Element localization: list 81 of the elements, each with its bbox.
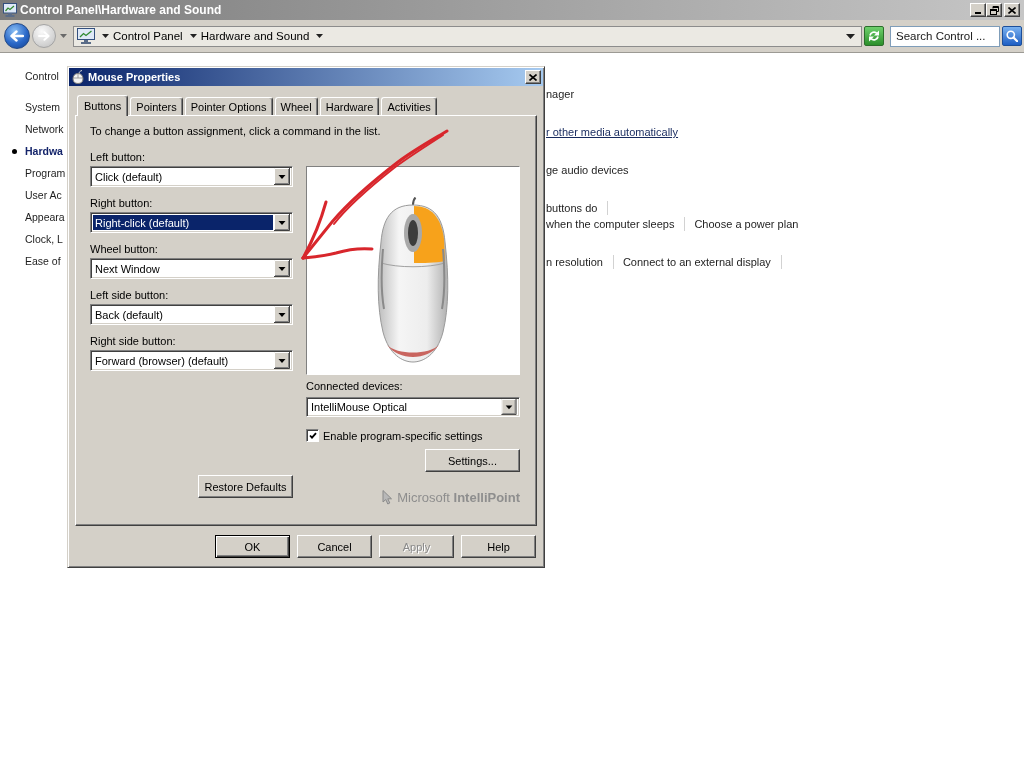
breadcrumb-link[interactable]: Hardware and Sound — [200, 30, 310, 42]
dropdown[interactable]: Back (default) — [90, 304, 293, 325]
breadcrumb-link[interactable]: Control Panel — [113, 30, 183, 42]
field-label: Right button: — [90, 197, 154, 210]
minimize-icon — [975, 12, 981, 14]
dropdown-arrow-icon[interactable] — [274, 352, 290, 369]
sidebar-link[interactable]: System — [25, 101, 60, 113]
dropdown[interactable]: Next Window — [90, 258, 293, 279]
task-link[interactable]: n resolution — [546, 256, 603, 268]
sidebar-link[interactable]: Program — [25, 167, 66, 179]
search-field[interactable]: Search Control ... — [890, 25, 1000, 47]
task-link[interactable]: Connect to an external display — [622, 256, 771, 268]
window-title: Control Panel\Hardware and Sound — [20, 3, 222, 17]
checkbox[interactable] — [306, 429, 319, 442]
sidebar-link[interactable]: Control — [25, 70, 59, 82]
caret-icon[interactable] — [102, 34, 109, 38]
address-field[interactable]: Control Panel Hardware and Sound — [73, 25, 862, 47]
caret-icon[interactable] — [316, 34, 324, 38]
refresh-icon — [868, 30, 880, 42]
dropdown[interactable]: Forward (browser) (default) — [90, 350, 293, 371]
dialog-button[interactable]: Cancel — [297, 535, 372, 558]
task-link[interactable]: buttons do — [546, 202, 598, 214]
dialog-button[interactable]: OK — [215, 535, 290, 558]
dropdown-arrow-icon[interactable] — [274, 168, 290, 185]
checkbox-label[interactable]: Enable program-specific settings — [323, 429, 483, 442]
bullet-icon — [12, 148, 17, 154]
task-link[interactable]: Choose a power plan — [694, 218, 799, 230]
caret-icon[interactable] — [189, 34, 197, 38]
arrow-left-icon — [10, 30, 24, 42]
close-button[interactable] — [525, 70, 541, 84]
field-label: Right side button: — [90, 335, 177, 348]
dropdown-arrow-icon[interactable] — [501, 399, 517, 415]
search-button[interactable] — [1002, 26, 1022, 46]
restore-button[interactable] — [986, 3, 1002, 17]
close-icon — [1008, 6, 1016, 14]
dropdown-arrow-icon[interactable] — [274, 260, 290, 277]
arrow-right-icon — [38, 31, 50, 41]
settings-button[interactable]: Settings... — [425, 449, 520, 472]
tab[interactable]: Wheel — [274, 97, 318, 115]
dialog-button[interactable]: Help — [461, 535, 536, 558]
dropdown[interactable]: Click (default) — [90, 166, 293, 187]
restore-defaults-button[interactable]: Restore Defaults — [198, 475, 293, 498]
monitor-icon — [77, 28, 95, 44]
dialog-title: Mouse Properties — [88, 71, 181, 83]
sidebar-link[interactable]: Clock, L — [25, 233, 63, 245]
dropdown-arrow-icon[interactable] — [274, 214, 290, 231]
field-label: Connected devices: — [306, 380, 404, 393]
sidebar-link[interactable]: Hardwa — [25, 145, 63, 157]
sidebar-link[interactable]: Ease of — [25, 255, 61, 267]
sidebar-link[interactable]: Network — [25, 123, 64, 135]
instruction-text: To change a button assignment, click a command in the list. — [90, 125, 382, 138]
tab[interactable]: Hardware — [319, 97, 380, 115]
field-label: Wheel button: — [90, 243, 159, 256]
monitor-icon — [3, 3, 17, 17]
caret-icon[interactable] — [846, 33, 855, 39]
dropdown[interactable]: Right-click (default) — [90, 212, 293, 233]
tab[interactable]: Pointers — [130, 97, 183, 115]
field-label: Left button: — [90, 151, 147, 164]
dropdown[interactable]: IntelliMouse Optical — [306, 397, 520, 417]
dropdown-arrow-icon[interactable] — [274, 306, 290, 323]
tab[interactable]: Activities — [381, 97, 437, 115]
field-label: Left side button: — [90, 289, 170, 302]
restore-icon — [989, 5, 999, 15]
mouse-icon — [72, 70, 84, 84]
task-link[interactable]: r other media automatically — [546, 126, 679, 138]
cursor-icon — [382, 490, 393, 505]
minimize-button[interactable] — [970, 3, 986, 17]
task-link[interactable]: ge audio devices — [546, 164, 629, 176]
refresh-button[interactable] — [864, 26, 884, 46]
close-button[interactable] — [1004, 3, 1020, 17]
close-icon — [529, 73, 537, 81]
task-link[interactable]: when the computer sleeps — [546, 218, 675, 230]
search-icon — [1006, 30, 1018, 42]
tab[interactable]: Buttons — [77, 95, 129, 116]
sidebar-link[interactable]: User Ac — [25, 189, 62, 201]
task-link[interactable]: nager — [546, 88, 575, 100]
sidebar-link[interactable]: Appeara — [25, 211, 65, 223]
back-button[interactable] — [4, 23, 30, 49]
tab[interactable]: Pointer Options — [184, 97, 273, 115]
checkmark-icon — [308, 432, 317, 439]
brand-logo-text: Microsoft IntelliPoint — [397, 490, 520, 505]
